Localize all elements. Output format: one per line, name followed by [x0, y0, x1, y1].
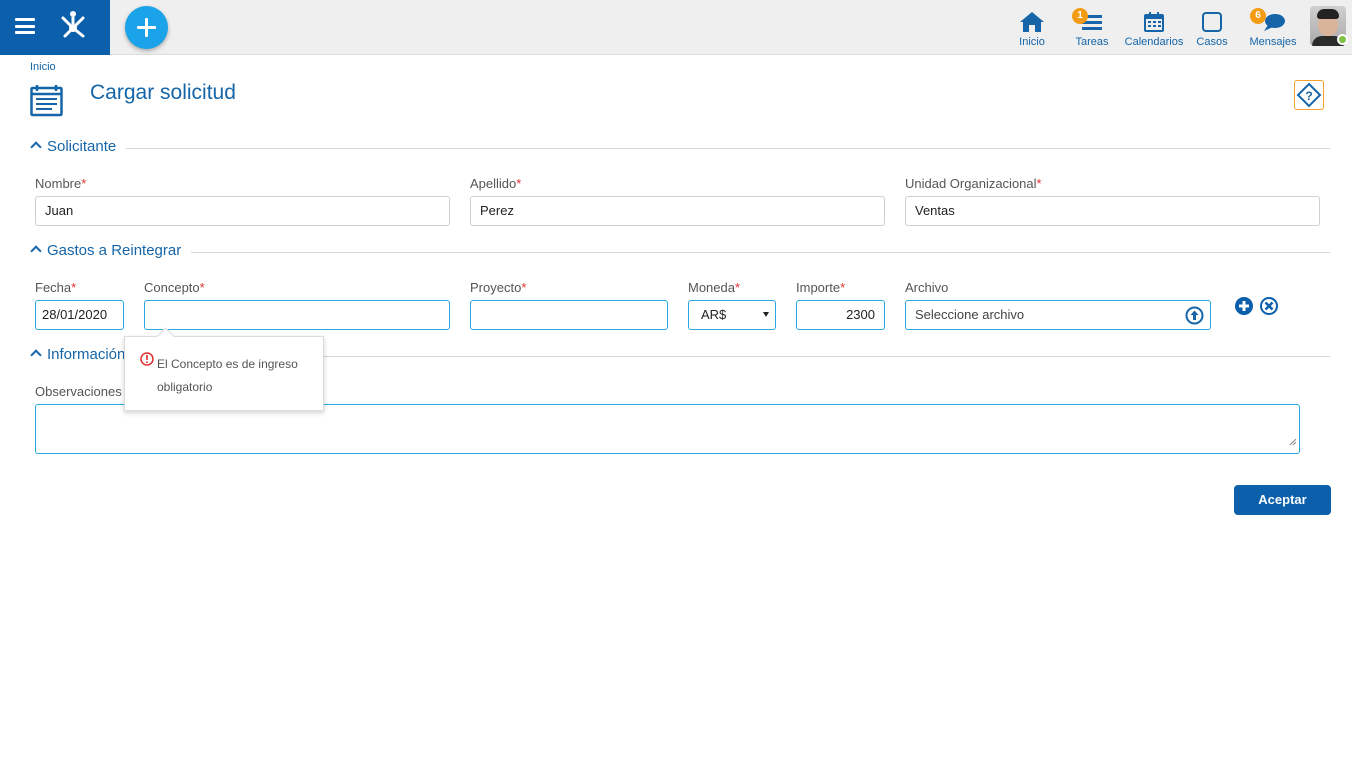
close-circle-icon: [1260, 297, 1278, 315]
svg-text:?: ?: [1305, 89, 1312, 103]
help-icon: ?: [1296, 82, 1322, 108]
apellido-field[interactable]: Perez: [470, 196, 885, 226]
moneda-select[interactable]: AR$: [688, 300, 776, 330]
fecha-label: Fecha*: [35, 280, 77, 295]
online-status-indicator: [1337, 34, 1348, 45]
tooltip-message: El Concepto es de ingreso obligatorio: [157, 357, 298, 394]
proyecto-field[interactable]: [470, 300, 668, 330]
plus-circle-icon: [1235, 297, 1253, 315]
upload-icon[interactable]: [1185, 306, 1204, 335]
nav-label: Tareas: [1075, 36, 1109, 48]
concepto-label: Concepto*: [144, 280, 205, 295]
observaciones-textarea[interactable]: [35, 404, 1300, 454]
cases-icon: [1195, 6, 1229, 33]
unidad-field[interactable]: Ventas: [905, 196, 1320, 226]
archivo-label: Archivo: [905, 280, 949, 295]
section-gastos[interactable]: Gastos a Reintegrar: [30, 242, 1330, 262]
moneda-value: AR$: [701, 307, 727, 322]
nav-inicio[interactable]: Inicio: [1014, 6, 1050, 48]
menu-icon[interactable]: [15, 18, 35, 34]
accept-button[interactable]: Aceptar: [1234, 485, 1331, 515]
nav-label: Inicio: [1019, 36, 1045, 48]
nav-label: Casos: [1196, 36, 1228, 48]
nav-label: Calendarios: [1124, 36, 1184, 48]
validation-tooltip: El Concepto es de ingreso obligatorio: [124, 336, 324, 411]
messages-badge: 6: [1250, 8, 1266, 24]
form-icon: [30, 84, 63, 122]
chevron-up-icon: [30, 349, 42, 361]
importe-field[interactable]: 2300: [796, 300, 885, 330]
tasks-badge: 1: [1072, 8, 1088, 24]
nav-mensajes[interactable]: Mensajes 6: [1248, 6, 1298, 48]
nombre-field[interactable]: Juan: [35, 196, 450, 226]
proyecto-label: Proyecto*: [470, 280, 527, 295]
remove-row-button[interactable]: [1260, 297, 1278, 320]
archivo-placeholder: Seleccione archivo: [915, 307, 1025, 322]
chevron-up-icon: [30, 141, 42, 153]
concepto-field[interactable]: [144, 300, 450, 330]
moneda-label: Moneda*: [688, 280, 741, 295]
fecha-field[interactable]: 28/01/2020: [35, 300, 124, 330]
error-icon: [140, 352, 154, 371]
section-title: Gastos a Reintegrar: [47, 242, 192, 259]
importe-label: Importe*: [796, 280, 846, 295]
observaciones-label: Observaciones: [35, 384, 122, 399]
chevron-up-icon: [30, 245, 42, 257]
add-row-button[interactable]: [1235, 297, 1253, 320]
logo-icon[interactable]: [55, 8, 91, 49]
page-title: Cargar solicitud: [90, 81, 236, 104]
calendar-icon: [1124, 6, 1184, 33]
add-button[interactable]: [125, 6, 168, 49]
help-button[interactable]: ?: [1294, 80, 1324, 110]
nav-casos[interactable]: Casos: [1195, 6, 1229, 48]
home-icon: [1014, 6, 1050, 33]
nav-tareas[interactable]: Tareas 1: [1072, 6, 1112, 48]
apellido-label: Apellido*: [470, 176, 522, 191]
top-bar: Inicio Tareas 1 Calendarios Casos Mensaj…: [0, 0, 1352, 55]
archivo-field[interactable]: Seleccione archivo: [905, 300, 1211, 330]
section-solicitante[interactable]: Solicitante: [30, 138, 1330, 158]
brand-area: [0, 0, 110, 55]
unidad-label: Unidad Organizacional*: [905, 176, 1042, 191]
nombre-label: Nombre*: [35, 176, 87, 191]
nav-calendarios[interactable]: Calendarios: [1124, 6, 1184, 48]
dropdown-arrow-icon: [763, 312, 769, 317]
resize-handle-icon[interactable]: [1289, 433, 1297, 451]
breadcrumb[interactable]: Inicio: [30, 61, 56, 73]
nav-label: Mensajes: [1249, 36, 1297, 48]
section-title: Solicitante: [47, 138, 127, 155]
section-title: Información: [47, 346, 136, 363]
